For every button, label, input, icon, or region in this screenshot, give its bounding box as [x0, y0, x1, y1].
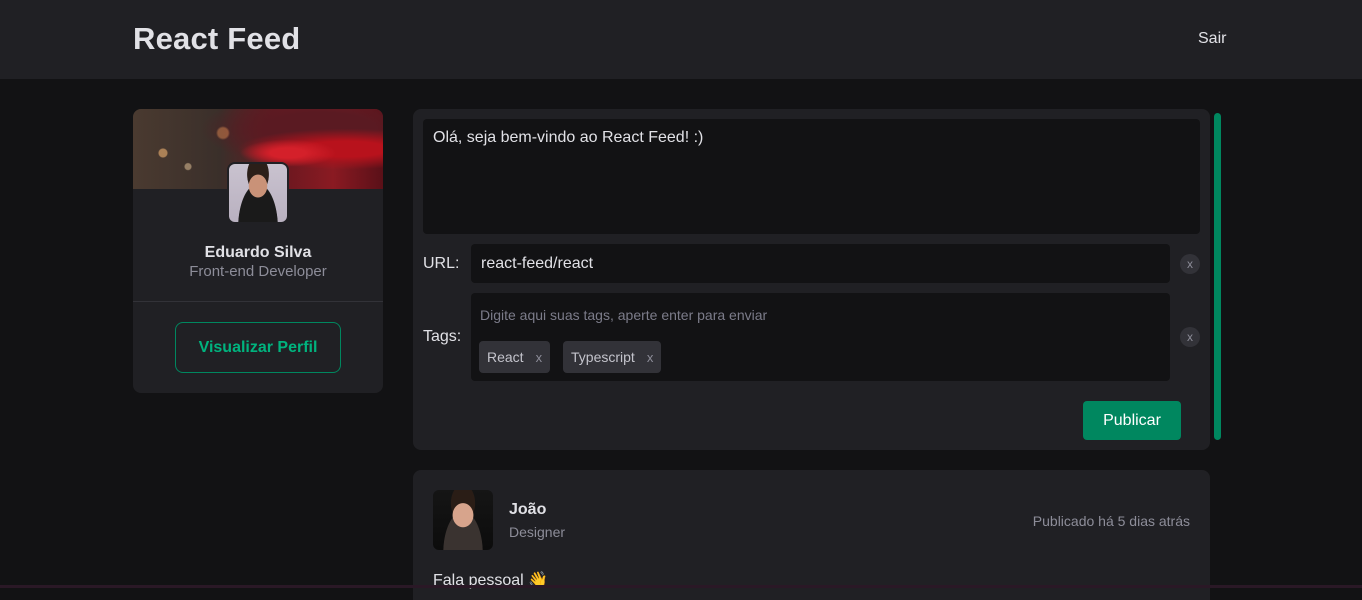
tags-label: Tags:	[423, 328, 462, 345]
remove-tag-typescript-icon[interactable]: x	[647, 350, 654, 365]
post-composer: Olá, seja bem-vindo ao React Feed! :) UR…	[413, 109, 1210, 450]
logout-link[interactable]: Sair	[1198, 30, 1226, 48]
message-textarea[interactable]: Olá, seja bem-vindo ao React Feed! :)	[423, 119, 1200, 234]
app-title: React Feed	[133, 21, 301, 56]
tags-input[interactable]: Digite aqui suas tags, aperte enter para…	[471, 293, 1170, 381]
publish-button[interactable]: Publicar	[1083, 401, 1181, 440]
sidebar-divider	[133, 301, 383, 302]
clear-tags-button[interactable]: x	[1180, 327, 1200, 347]
profile-role: Front-end Developer	[189, 263, 327, 280]
feed-post: João Designer Publicado há 5 dias atrás …	[413, 470, 1210, 600]
tag-chip-typescript: Typescript x	[563, 341, 662, 373]
tag-chip-react: React x	[479, 341, 551, 373]
profile-avatar-image	[229, 164, 287, 222]
url-input[interactable]: react-feed/react	[471, 244, 1170, 283]
profile-avatar	[227, 162, 289, 224]
tag-chip-label: Typescript	[571, 349, 635, 365]
post-author-role: Designer	[509, 524, 566, 540]
profile-sidebar: Eduardo Silva Front-end Developer Visual…	[133, 109, 383, 393]
post-published-time: Publicado há 5 dias atrás	[1032, 513, 1190, 529]
profile-name: Eduardo Silva	[204, 244, 312, 261]
clear-url-button[interactable]: x	[1180, 254, 1200, 274]
app-header: React Feed Sair	[0, 0, 1362, 79]
tag-chip-label: React	[487, 349, 524, 365]
post-author-name: João	[509, 501, 547, 518]
url-input-value: react-feed/react	[481, 254, 594, 272]
remove-tag-react-icon[interactable]: x	[536, 350, 543, 365]
view-profile-button[interactable]: Visualizar Perfil	[175, 322, 341, 373]
tags-placeholder: Digite aqui suas tags, aperte enter para…	[480, 307, 768, 323]
url-label: URL:	[423, 255, 460, 272]
post-author-avatar[interactable]	[433, 490, 493, 550]
scrollbar-thumb[interactable]	[1214, 113, 1221, 440]
